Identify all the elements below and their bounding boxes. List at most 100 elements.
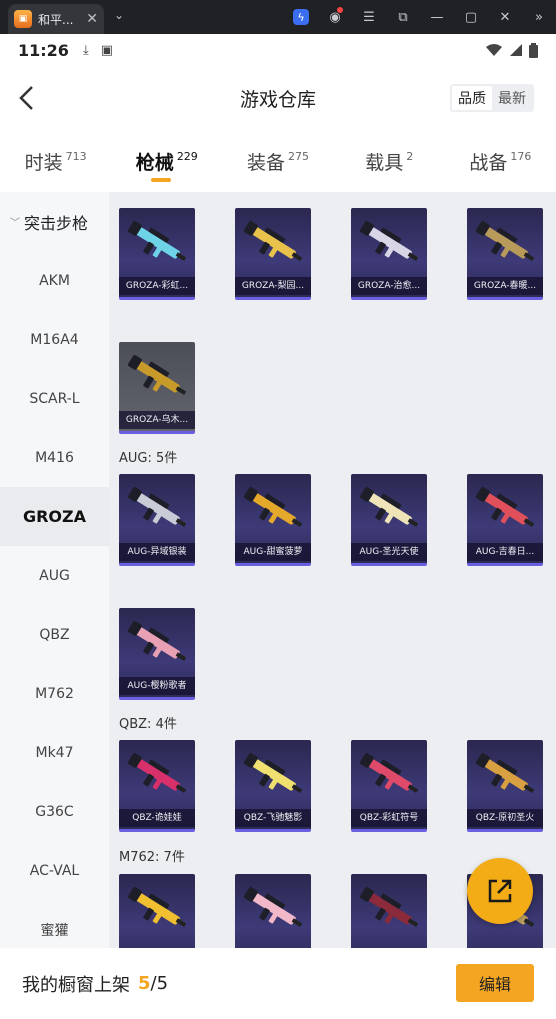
app-notification-icon: ▣: [100, 42, 113, 58]
showcase-total: 5: [156, 973, 169, 994]
skin-name: GROZA-治愈...: [351, 277, 427, 295]
sidebar-group-label: 突击步枪: [24, 213, 89, 233]
status-time: 11:26: [18, 40, 69, 60]
skin-name: GROZA-彩虹...: [119, 277, 195, 295]
sidebar-item-scar-l[interactable]: SCAR-L: [0, 369, 109, 428]
skin-card[interactable]: GROZA-治愈...: [351, 208, 427, 300]
skin-name: AUG-异域银装: [119, 543, 195, 561]
tab-list-chevron-icon[interactable]: ⌄: [114, 8, 124, 22]
skin-card[interactable]: [235, 874, 311, 948]
sidebar-item-ac-val[interactable]: AC-VAL: [0, 841, 109, 900]
browser-titlebar: ▣ 和平... ✕ ⌄ ϟ ◉ ☰ ⧉ — ▢ ✕ »: [0, 0, 556, 34]
sidebar-item-m16a4[interactable]: M16A4: [0, 310, 109, 369]
screenshot-icon[interactable]: ⧉: [386, 0, 420, 34]
skin-card[interactable]: QBZ-彩虹符号: [351, 740, 427, 832]
section-title-aug: AUG: 5件: [119, 451, 178, 466]
skin-card[interactable]: [351, 874, 427, 948]
sidebar-item-groza[interactable]: GROZA: [0, 487, 109, 546]
menu-icon[interactable]: ☰: [352, 0, 386, 34]
rifle-icon: [127, 621, 187, 661]
skin-card[interactable]: AUG-圣光天使: [351, 474, 427, 566]
sidebar-item-qbz[interactable]: QBZ: [0, 605, 109, 664]
skin-card[interactable]: [119, 874, 195, 948]
rifle-icon: [243, 887, 303, 927]
skin-name: AUG-甜蜜菠萝: [235, 543, 311, 561]
sidebar-item-m416[interactable]: M416: [0, 428, 109, 487]
edit-button[interactable]: 编辑: [456, 964, 534, 1002]
rifle-icon: [127, 221, 187, 261]
sidebar-item-aug[interactable]: AUG: [0, 546, 109, 605]
flash-extension-icon[interactable]: ϟ: [284, 0, 318, 34]
rifle-icon: [475, 221, 535, 261]
skin-name: QBZ-诡娃娃: [119, 809, 195, 827]
skin-name: AUG-圣光天使: [351, 543, 427, 561]
close-window-icon[interactable]: ✕: [488, 0, 522, 34]
page-title: 游戏仓库: [239, 88, 316, 111]
rifle-icon: [243, 753, 303, 793]
back-chevron-icon[interactable]: [14, 84, 38, 112]
tab-label: 枪械: [135, 152, 174, 174]
skin-name: GROZA-乌木...: [119, 411, 195, 429]
skin-card[interactable]: GROZA-梨园...: [235, 208, 311, 300]
signal-icon: [510, 44, 522, 56]
page-header: 游戏仓库 品质 最新: [0, 66, 556, 130]
sort-option-quality[interactable]: 品质: [452, 86, 492, 110]
skin-card[interactable]: QBZ-诡娃娃: [119, 740, 195, 832]
item-row: AUG-樱粉歌者: [119, 608, 549, 700]
tab-close-icon[interactable]: ✕: [86, 11, 98, 27]
showcase-shown: 5: [138, 973, 151, 994]
sidebar-item-honey-badger[interactable]: 蜜獾: [0, 900, 109, 948]
rifle-icon: [127, 487, 187, 527]
expand-icon[interactable]: »: [522, 0, 556, 34]
window-controls: ϟ ◉ ☰ ⧉ — ▢ ✕ »: [284, 0, 556, 34]
skin-card[interactable]: AUG-吉春日...: [467, 474, 543, 566]
sort-option-newest[interactable]: 最新: [492, 86, 532, 110]
minimize-icon[interactable]: —: [420, 0, 454, 34]
skin-card[interactable]: QBZ-原初圣火: [467, 740, 543, 832]
sidebar-group-assault-rifles[interactable]: ﹀ 突击步枪: [0, 192, 109, 251]
sidebar-item-akm[interactable]: AKM: [0, 251, 109, 310]
maximize-icon[interactable]: ▢: [454, 0, 488, 34]
wifi-icon: [486, 44, 502, 56]
skin-name: GROZA-梨园...: [235, 277, 311, 295]
tab-label: 时装: [24, 152, 63, 174]
skin-card[interactable]: GROZA-乌木...: [119, 342, 195, 434]
skin-name: AUG-吉春日...: [467, 543, 543, 561]
rifle-icon: [475, 487, 535, 527]
skin-name: AUG-樱粉歌者: [119, 677, 195, 695]
tab-equipment[interactable]: 装备 275: [222, 130, 333, 192]
section-title-m762: M762: 7件: [119, 850, 185, 865]
sidebar-item-g36c[interactable]: G36C: [0, 782, 109, 841]
skin-card[interactable]: AUG-甜蜜菠萝: [235, 474, 311, 566]
rifle-icon: [127, 355, 187, 395]
tab-firearms[interactable]: 枪械 229: [111, 130, 222, 192]
rifle-icon: [359, 487, 419, 527]
skin-card[interactable]: AUG-樱粉歌者: [119, 608, 195, 700]
sidebar-item-mk47[interactable]: Mk47: [0, 723, 109, 782]
sidebar-item-m762[interactable]: M762: [0, 664, 109, 723]
skin-card[interactable]: QBZ-飞驰魅影: [235, 740, 311, 832]
tab-vehicles[interactable]: 载具 2: [334, 130, 445, 192]
battery-icon: [529, 42, 538, 58]
tab-combat-gear[interactable]: 战备 176: [445, 130, 556, 192]
tab-label: 装备: [247, 152, 286, 174]
share-fab[interactable]: [467, 858, 533, 924]
skin-card[interactable]: GROZA-彩虹...: [119, 208, 195, 300]
tab-label: 载具: [365, 152, 404, 174]
section-title-qbz: QBZ: 4件: [119, 717, 177, 732]
weapon-grid: GROZA-彩虹... GROZA-梨园... GROZA-治愈... GROZ…: [109, 192, 556, 948]
item-row: GROZA-彩虹... GROZA-梨园... GROZA-治愈... GROZ…: [119, 208, 549, 300]
status-bar: 11:26 ⤓ ▣: [0, 34, 556, 66]
category-tabs: 时装 713 枪械 229 装备 275 载具 2 战备 176: [0, 130, 556, 192]
tab-count: 275: [288, 150, 310, 163]
item-row: GROZA-乌木...: [119, 342, 549, 434]
skin-card[interactable]: GROZA-春暖...: [467, 208, 543, 300]
showcase-count: 5/5: [138, 973, 168, 994]
profile-icon[interactable]: ◉: [318, 0, 352, 34]
skin-name: GROZA-春暖...: [467, 277, 543, 295]
skin-card[interactable]: AUG-异域银装: [119, 474, 195, 566]
item-row: AUG-异域银装 AUG-甜蜜菠萝 AUG-圣光天使 AUG-吉春日...: [119, 474, 549, 566]
tab-outfits[interactable]: 时装 713: [0, 130, 111, 192]
skin-name: QBZ-彩虹符号: [351, 809, 427, 827]
browser-tab[interactable]: ▣ 和平... ✕: [8, 4, 104, 34]
